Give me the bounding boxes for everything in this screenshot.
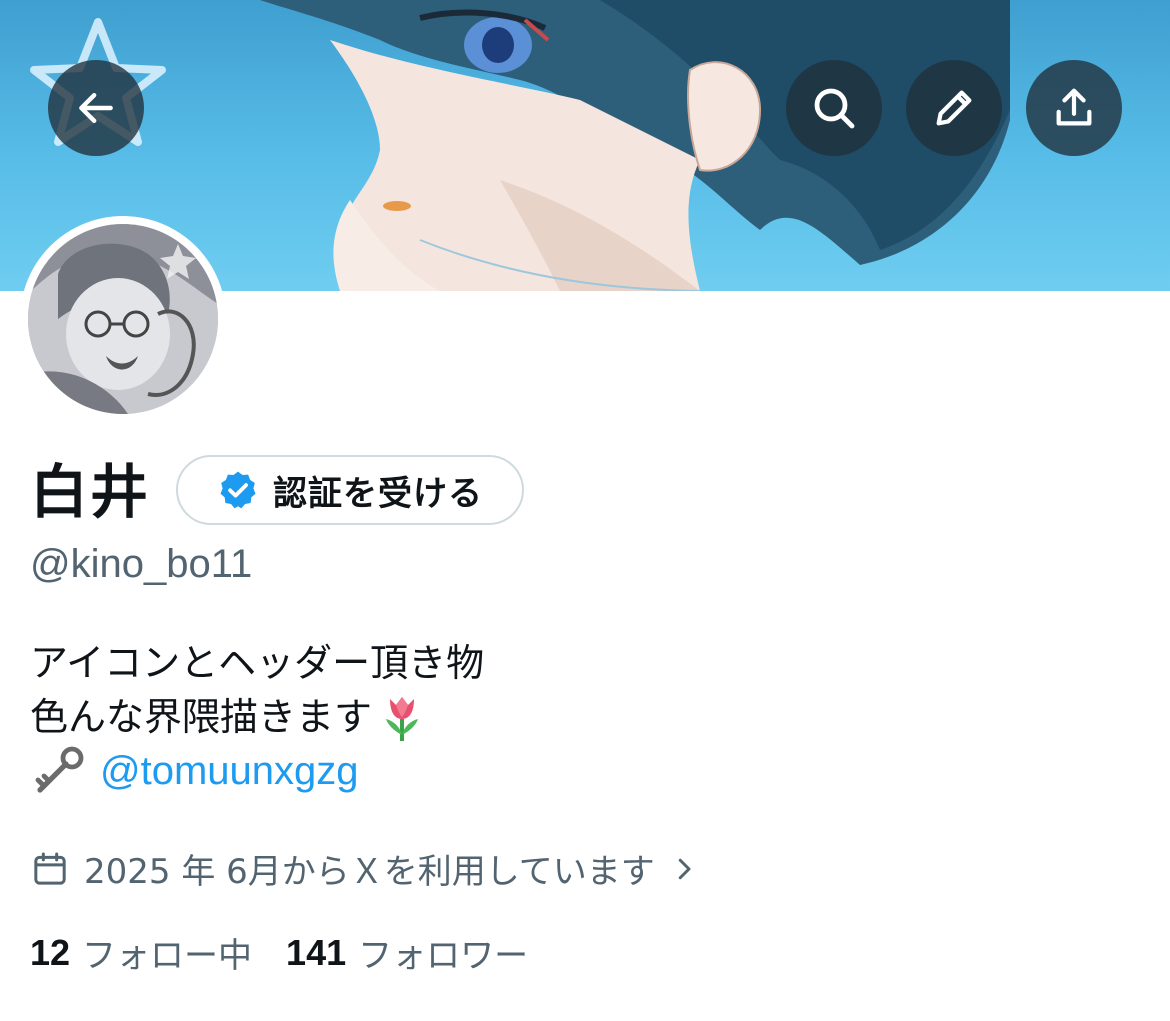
back-button[interactable] (48, 60, 144, 156)
edit-button[interactable] (906, 60, 1002, 156)
get-verified-label: 認証を受ける (273, 473, 483, 514)
profile-bio: アイコンとヘッダー頂き物 色んな界隈描きます @tomuunxgzg (30, 636, 484, 798)
bio-line-3: @tomuunxgzg (30, 744, 484, 798)
share-button[interactable] (1026, 60, 1122, 156)
key-emoji (30, 746, 86, 796)
following-count: 12 (30, 931, 71, 973)
avatar[interactable] (20, 216, 226, 422)
verified-badge-icon (220, 471, 256, 509)
joined-date-row[interactable]: 2025 年 6月からＸを利用しています (30, 844, 699, 893)
following-link[interactable]: 12 フォロー中 (30, 928, 252, 977)
user-handle: @kino_bo11 (30, 542, 253, 586)
bio-text-2: 色んな界隈描きます (30, 695, 373, 739)
pencil-icon (936, 90, 972, 126)
following-label: フォロー中 (82, 936, 253, 976)
bio-line-1: アイコンとヘッダー頂き物 (30, 636, 484, 690)
search-button[interactable] (786, 60, 882, 156)
chevron-right-icon (678, 858, 691, 879)
display-name: 白井 (30, 458, 151, 526)
avatar-image (28, 224, 218, 414)
calendar-icon (34, 852, 66, 885)
old-key-icon (35, 746, 84, 793)
arrow-left-icon (79, 92, 113, 124)
bio-mention-link[interactable]: @tomuunxgzg (100, 744, 359, 798)
tulip-emoji (378, 691, 426, 743)
share-icon (1056, 88, 1092, 126)
followers-label: フォロワー (358, 936, 529, 976)
follow-stats: 12 フォロー中 141 フォロワー (30, 928, 528, 977)
get-verified-button[interactable]: 認証を受ける (176, 455, 524, 525)
bio-text-1: アイコンとヘッダー頂き物 (30, 641, 485, 685)
joined-date-text: 2025 年 6月からＸを利用しています (84, 852, 655, 892)
search-icon (814, 88, 855, 129)
tulip-icon (386, 697, 419, 741)
followers-count: 141 (286, 931, 347, 973)
bio-line-2: 色んな界隈描きます (30, 690, 484, 744)
followers-link[interactable]: 141 フォロワー (286, 928, 528, 977)
